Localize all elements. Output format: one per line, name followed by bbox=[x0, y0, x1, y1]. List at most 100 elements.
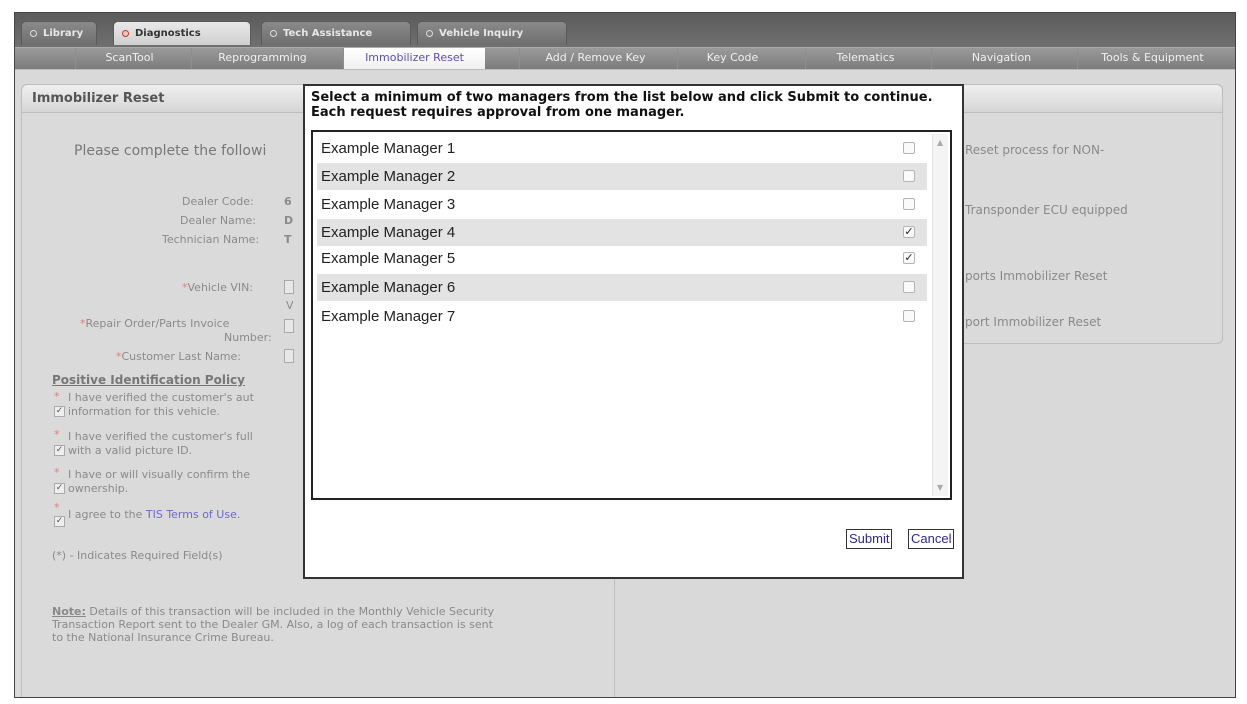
manager-name: Example Manager 5 bbox=[321, 250, 456, 267]
vin-input[interactable] bbox=[284, 280, 294, 294]
policy-1-line-2: information for this vehicle. bbox=[68, 405, 220, 418]
list-scrollbar[interactable]: ▲ ▼ bbox=[932, 134, 948, 496]
tab-tech-assistance[interactable]: Tech Assistance bbox=[261, 21, 411, 45]
policy-3-checkbox[interactable]: ✓ bbox=[54, 483, 65, 494]
manager-list[interactable]: Example Manager 1 Example Manager 2 Exam… bbox=[311, 130, 952, 500]
list-item[interactable]: Example Manager 2 bbox=[317, 163, 927, 190]
subnav-add-remove-key[interactable]: Add / Remove Key bbox=[519, 48, 671, 70]
technician-name-value: T bbox=[284, 233, 292, 246]
manager-name: Example Manager 6 bbox=[321, 279, 456, 296]
list-item[interactable]: Example Manager 3 bbox=[317, 191, 927, 218]
subnav-label: Add / Remove Key bbox=[545, 51, 646, 64]
required-marker: * bbox=[54, 428, 60, 441]
radio-dot-icon bbox=[426, 30, 433, 37]
manager-name: Example Manager 3 bbox=[321, 196, 456, 213]
dealer-name-label: Dealer Name: bbox=[180, 214, 256, 227]
required-marker: * bbox=[54, 390, 60, 403]
tab-vehicle-inquiry[interactable]: Vehicle Inquiry bbox=[417, 21, 567, 45]
cancel-button[interactable]: Cancel bbox=[908, 529, 955, 549]
policy-2-line-2: with a valid picture ID. bbox=[68, 444, 193, 457]
required-marker: * bbox=[54, 466, 60, 479]
subnav-label: ScanTool bbox=[105, 51, 154, 64]
terms-checkbox[interactable]: ✓ bbox=[54, 516, 65, 527]
intro-text: Please complete the followi bbox=[74, 143, 267, 159]
repair-order-input[interactable] bbox=[284, 319, 294, 333]
submit-button[interactable]: Submit bbox=[846, 529, 893, 549]
subnav-label: Key Code bbox=[706, 51, 759, 64]
manager-selection-dialog: Select a minimum of two managers from th… bbox=[303, 84, 964, 579]
info-line-2: Transponder ECU equipped bbox=[965, 203, 1128, 217]
list-item[interactable]: Example Manager 5 ✓ bbox=[317, 245, 927, 272]
policy-3-line-1: I have or will visually confirm the bbox=[68, 468, 251, 481]
manager-name: Example Manager 4 bbox=[321, 224, 456, 241]
policy-2-checkbox[interactable]: ✓ bbox=[54, 445, 65, 456]
tab-label: Diagnostics bbox=[135, 28, 201, 39]
info-line-3: ports Immobilizer Reset bbox=[965, 269, 1108, 283]
vin-label: Vehicle VIN: bbox=[187, 281, 254, 294]
vin-sublabel: V bbox=[286, 299, 294, 312]
list-item[interactable]: Example Manager 7 bbox=[317, 303, 927, 330]
required-fields-note: (*) - Indicates Required Field(s) bbox=[52, 549, 223, 562]
manager-checkbox[interactable] bbox=[903, 142, 915, 154]
manager-checkbox[interactable] bbox=[903, 281, 915, 293]
subnav-label: Telematics bbox=[836, 51, 895, 64]
subnav-key-code[interactable]: Key Code bbox=[677, 48, 787, 70]
note-line-3: to the National Insurance Crime Bureau. bbox=[52, 631, 274, 644]
sub-nav: ScanTool Reprogramming Immobilizer Reset… bbox=[15, 47, 1235, 74]
repair-order-label: Repair Order/Parts Invoice bbox=[85, 317, 230, 330]
manager-checkbox[interactable]: ✓ bbox=[903, 226, 915, 238]
dialog-instruction: Select a minimum of two managers from th… bbox=[311, 90, 933, 120]
customer-last-name-label: Customer Last Name: bbox=[121, 350, 242, 363]
tab-label: Tech Assistance bbox=[283, 28, 373, 39]
customer-last-name-input[interactable] bbox=[284, 349, 294, 363]
subnav-telematics[interactable]: Telematics bbox=[805, 48, 925, 70]
subnav-scantool[interactable]: ScanTool bbox=[75, 48, 183, 70]
info-line-1: Reset process for NON- bbox=[965, 143, 1105, 157]
policy-1-line-1: I have verified the customer's aut bbox=[68, 391, 254, 404]
dealer-name-value: D bbox=[284, 214, 294, 227]
manager-name: Example Manager 1 bbox=[321, 140, 456, 157]
radio-dot-icon bbox=[30, 30, 37, 37]
manager-checkbox[interactable]: ✓ bbox=[903, 252, 915, 264]
manager-name: Example Manager 7 bbox=[321, 308, 456, 325]
tab-library[interactable]: Library bbox=[21, 21, 97, 45]
policy-heading: Positive Identification Policy bbox=[52, 373, 245, 387]
note-label: Note: bbox=[52, 605, 86, 618]
subnav-navigation[interactable]: Navigation bbox=[931, 48, 1071, 70]
note-line-1: Details of this transaction will be incl… bbox=[85, 605, 495, 618]
technician-name-label: Technician Name: bbox=[162, 233, 260, 246]
tab-label: Vehicle Inquiry bbox=[439, 28, 524, 39]
note-line-2: Transaction Report sent to the Dealer GM… bbox=[52, 618, 493, 631]
policy-1-checkbox[interactable]: ✓ bbox=[54, 406, 65, 417]
top-tab-strip: Library Diagnostics Tech Assistance Vehi… bbox=[15, 13, 1235, 47]
subnav-label: Immobilizer Reset bbox=[365, 51, 464, 64]
subnav-label: Reprogramming bbox=[218, 51, 307, 64]
dealer-code-label: Dealer Code: bbox=[182, 195, 254, 208]
transaction-note: Note: Details of this transaction will b… bbox=[52, 605, 612, 644]
subnav-label: Navigation bbox=[971, 51, 1032, 64]
info-line-4: port Immobilizer Reset bbox=[965, 315, 1102, 329]
list-item[interactable]: Example Manager 6 bbox=[317, 274, 927, 301]
manager-checkbox[interactable] bbox=[903, 198, 915, 210]
terms-link[interactable]: TIS Terms of Use. bbox=[146, 508, 240, 521]
radio-dot-icon bbox=[122, 30, 129, 37]
policy-3-line-2: ownership. bbox=[68, 482, 129, 495]
scroll-down-icon[interactable]: ▼ bbox=[937, 483, 943, 492]
manager-checkbox[interactable] bbox=[903, 170, 915, 182]
list-item[interactable]: Example Manager 4 ✓ bbox=[317, 219, 927, 246]
manager-checkbox[interactable] bbox=[903, 310, 915, 322]
radio-dot-icon bbox=[270, 30, 277, 37]
required-marker: * bbox=[54, 501, 60, 514]
terms-prefix: I agree to the bbox=[68, 508, 146, 521]
manager-name: Example Manager 2 bbox=[321, 168, 456, 185]
policy-2-line-1: I have verified the customer's full bbox=[68, 430, 253, 443]
subnav-label: Tools & Equipment bbox=[1101, 51, 1204, 64]
repair-order-label-2: Number: bbox=[224, 331, 272, 344]
dealer-code-value: 6 bbox=[284, 195, 292, 208]
scroll-up-icon[interactable]: ▲ bbox=[937, 138, 943, 147]
tab-label: Library bbox=[43, 28, 84, 39]
list-item[interactable]: Example Manager 1 bbox=[317, 135, 927, 162]
subnav-tools-equipment[interactable]: Tools & Equipment bbox=[1077, 48, 1227, 70]
tab-diagnostics[interactable]: Diagnostics bbox=[113, 21, 251, 45]
subnav-reprogramming[interactable]: Reprogramming bbox=[191, 48, 333, 70]
